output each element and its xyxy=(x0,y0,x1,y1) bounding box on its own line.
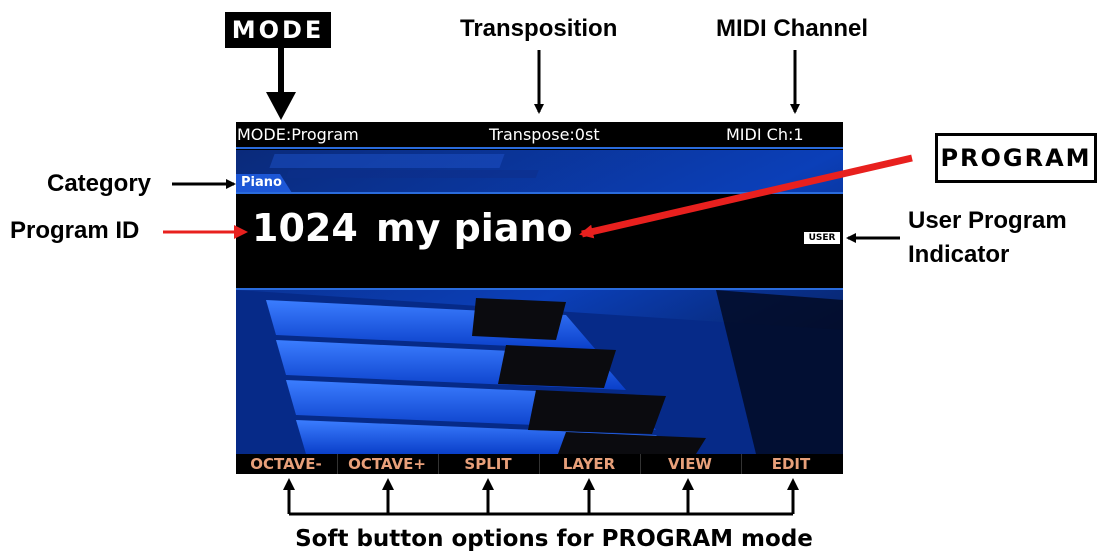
soft-buttons-caption: Soft button options for PROGRAM mode xyxy=(295,526,813,552)
soft-button-bracket xyxy=(287,488,795,516)
callout-arrows xyxy=(163,48,913,516)
program-name-arrow xyxy=(579,154,913,239)
mode-arrow xyxy=(266,48,296,120)
soft-button-bracket-arrowheads xyxy=(283,478,799,490)
